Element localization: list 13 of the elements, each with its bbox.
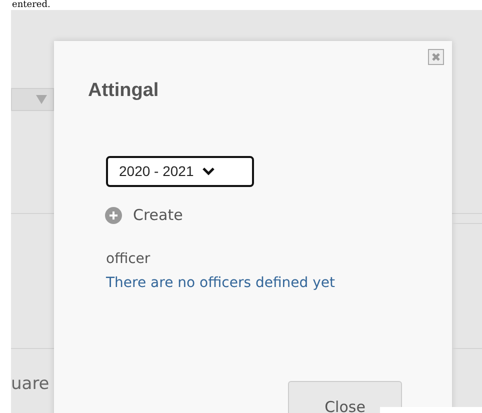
empty-message: There are no officers defined yet (106, 274, 335, 293)
close-icon[interactable] (428, 49, 444, 65)
document-text: entered. (12, 0, 50, 10)
create-button[interactable]: Create (105, 205, 183, 225)
caret-icon (36, 95, 47, 104)
close-button[interactable]: Close (288, 381, 402, 413)
year-select[interactable]: 2020 - 2021 (106, 156, 254, 187)
filter-dropdown[interactable] (11, 88, 54, 111)
dialog-title: Attingal (88, 79, 159, 103)
field-label: officer (106, 250, 150, 269)
chevron-down-icon (202, 167, 215, 176)
table-cell-text: uare (11, 374, 50, 394)
plus-circle-icon (105, 206, 122, 224)
